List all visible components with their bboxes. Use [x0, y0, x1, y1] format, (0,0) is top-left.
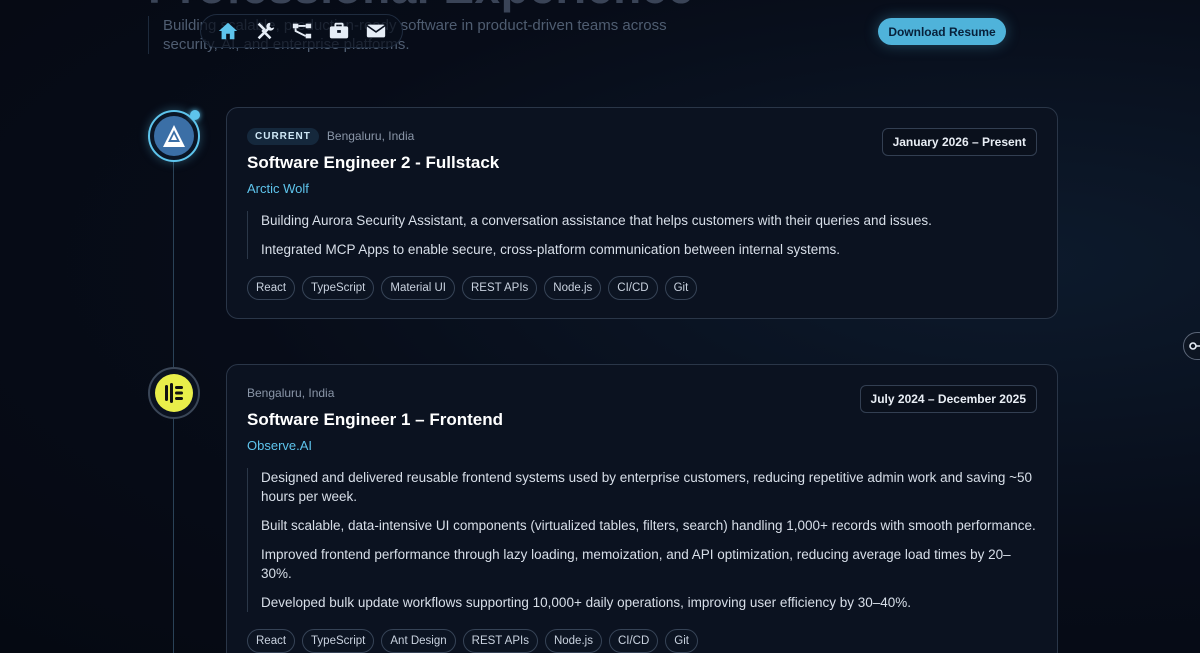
tech-tag: CI/CD [608, 629, 659, 653]
achievement-item: Integrated MCP Apps to enable secure, cr… [261, 242, 841, 257]
tech-tag: Node.js [544, 276, 602, 300]
side-toggle-button[interactable] [1183, 332, 1200, 360]
tech-tag: REST APIs [462, 629, 538, 653]
achievement-item: Building Aurora Security Assistant, a co… [261, 213, 932, 228]
timeline-node-observe-ai [148, 367, 200, 419]
job-role: Software Engineer 2 - Fullstack [247, 153, 500, 172]
download-resume-button[interactable]: Download Resume [878, 18, 1006, 45]
experience-card: Bengaluru, India July 2024 – December 20… [226, 364, 1058, 653]
achievement-item: Developed bulk update workflows supporti… [261, 595, 912, 610]
date-range: July 2024 – December 2025 [859, 385, 1037, 413]
tech-tag: React [247, 276, 296, 300]
tech-tag: REST APIs [461, 276, 538, 300]
nav-skills[interactable] [252, 18, 278, 44]
key-icon [1189, 342, 1200, 350]
page-title: Professional Experience [148, 0, 694, 14]
tech-tag: React [247, 629, 296, 653]
tech-tag: TypeScript [302, 276, 375, 300]
home-icon [218, 22, 237, 40]
tech-tags: React TypeScript Ant Design REST APIs No… [247, 629, 1037, 653]
current-indicator-dot [190, 110, 200, 120]
tech-tag: CI/CD [608, 276, 658, 300]
nav-experience[interactable] [326, 18, 352, 44]
tech-tag: TypeScript [302, 629, 375, 653]
achievement-list: Designed and delivered reusable frontend… [247, 468, 1037, 612]
date-range: January 2026 – Present [881, 128, 1037, 156]
tech-tag: Node.js [544, 629, 602, 653]
tech-tag: Material UI [381, 276, 455, 300]
envelope-icon [365, 24, 386, 38]
achievement-list: Building Aurora Security Assistant, a co… [247, 211, 1037, 259]
company-name: Observe.AI [247, 438, 313, 453]
job-location: Bengaluru, India [247, 386, 335, 400]
arctic-wolf-logo [154, 116, 194, 156]
company-name: Arctic Wolf [247, 181, 309, 196]
job-role: Software Engineer 1 – Frontend [247, 410, 503, 429]
tech-tag: Git [665, 629, 698, 653]
tech-tag: Git [664, 276, 698, 300]
achievement-item: Built scalable, data-intensive UI compon… [261, 518, 1036, 533]
tech-tag: Ant Design [381, 629, 456, 653]
briefcase-icon [329, 22, 348, 39]
tech-tags: React TypeScript Material UI REST APIs N… [247, 276, 1037, 300]
nav-home[interactable] [215, 18, 241, 44]
current-badge: CURRENT [247, 127, 319, 145]
observe-ai-logo [155, 374, 193, 412]
floating-nav [200, 14, 403, 48]
achievement-item: Designed and delivered reusable frontend… [261, 470, 1033, 504]
job-location: Bengaluru, India [326, 129, 415, 143]
tools-icon [257, 22, 274, 40]
experience-card: CURRENT Bengaluru, India January 2026 – … [226, 107, 1058, 319]
nav-projects[interactable] [289, 18, 315, 44]
sitemap-icon [292, 23, 311, 39]
nav-contact[interactable] [363, 18, 389, 44]
achievement-item: Improved frontend performance through la… [261, 547, 1011, 581]
